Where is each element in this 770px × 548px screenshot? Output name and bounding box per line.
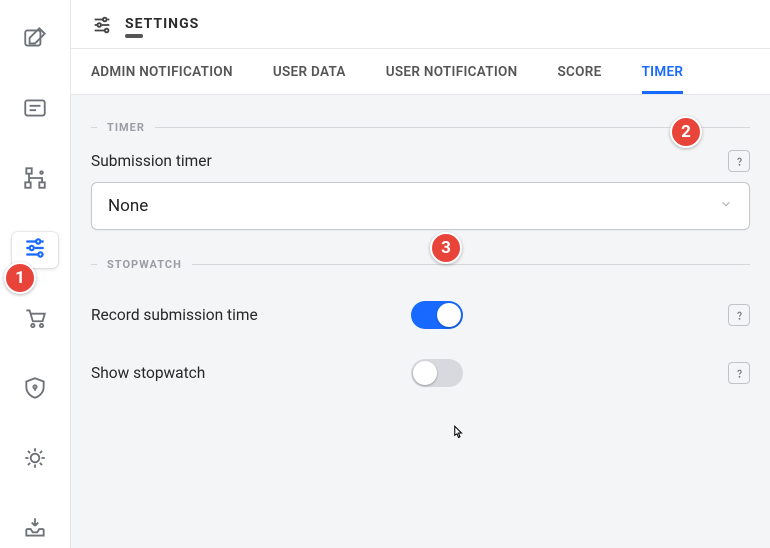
row-show-stopwatch: Show stopwatch [91, 359, 750, 387]
form-icon [22, 95, 48, 125]
tab-user-data[interactable]: USER DATA [273, 49, 346, 94]
sidebar-item-security[interactable] [12, 372, 58, 408]
cursor-pointer-icon [448, 424, 466, 446]
workflow-icon [22, 165, 48, 195]
sidebar-item-integrations[interactable] [12, 442, 58, 478]
submission-timer-value: None [108, 196, 148, 216]
pencil-square-icon [22, 25, 48, 55]
cart-icon [22, 305, 48, 335]
main: SETTINGS ADMIN NOTIFICATION USER DATA US… [70, 0, 770, 548]
record-submission-time-label: Record submission time [91, 306, 411, 324]
gear-chip-icon [22, 445, 48, 475]
section-stopwatch-heading: STOPWATCH [107, 258, 182, 271]
help-icon[interactable] [728, 150, 750, 172]
settings-tabs: ADMIN NOTIFICATION USER DATA USER NOTIFI… [71, 49, 770, 95]
section-timer-divider: TIMER [91, 121, 750, 134]
sliders-icon [22, 235, 48, 265]
page-title: SETTINGS [125, 16, 199, 38]
show-stopwatch-label: Show stopwatch [91, 364, 411, 382]
sidebar-item-edit[interactable] [12, 22, 58, 58]
record-submission-time-toggle[interactable] [411, 301, 463, 329]
tab-timer[interactable]: TIMER [642, 49, 684, 94]
shield-icon [22, 375, 48, 405]
sidebar-item-cart[interactable] [12, 302, 58, 338]
field-submission-timer: Submission timer None [91, 150, 750, 230]
section-stopwatch-divider: STOPWATCH [91, 258, 750, 271]
annotation-badge-1: 1 [4, 262, 36, 294]
submission-timer-select[interactable]: None [91, 182, 750, 230]
sidebar-item-form[interactable] [12, 92, 58, 128]
row-record-submission-time: Record submission time [91, 301, 750, 329]
page-header: SETTINGS [71, 0, 770, 49]
content: TIMER Submission timer None [71, 95, 770, 548]
section-timer-heading: TIMER [107, 121, 145, 134]
tab-score[interactable]: SCORE [557, 49, 601, 94]
show-stopwatch-toggle[interactable] [411, 359, 463, 387]
annotation-badge-3: 3 [430, 232, 462, 264]
sidebar-item-inbox[interactable] [12, 512, 58, 548]
sliders-icon [91, 14, 113, 40]
tab-admin-notification[interactable]: ADMIN NOTIFICATION [91, 49, 233, 94]
inbox-download-icon [22, 515, 48, 545]
help-icon[interactable] [728, 304, 750, 326]
chevron-down-icon [719, 196, 733, 216]
submission-timer-label: Submission timer [91, 152, 212, 170]
tab-user-notification[interactable]: USER NOTIFICATION [386, 49, 518, 94]
help-icon[interactable] [728, 362, 750, 384]
annotation-badge-2: 2 [670, 116, 702, 148]
sidebar-item-workflow[interactable] [12, 162, 58, 198]
